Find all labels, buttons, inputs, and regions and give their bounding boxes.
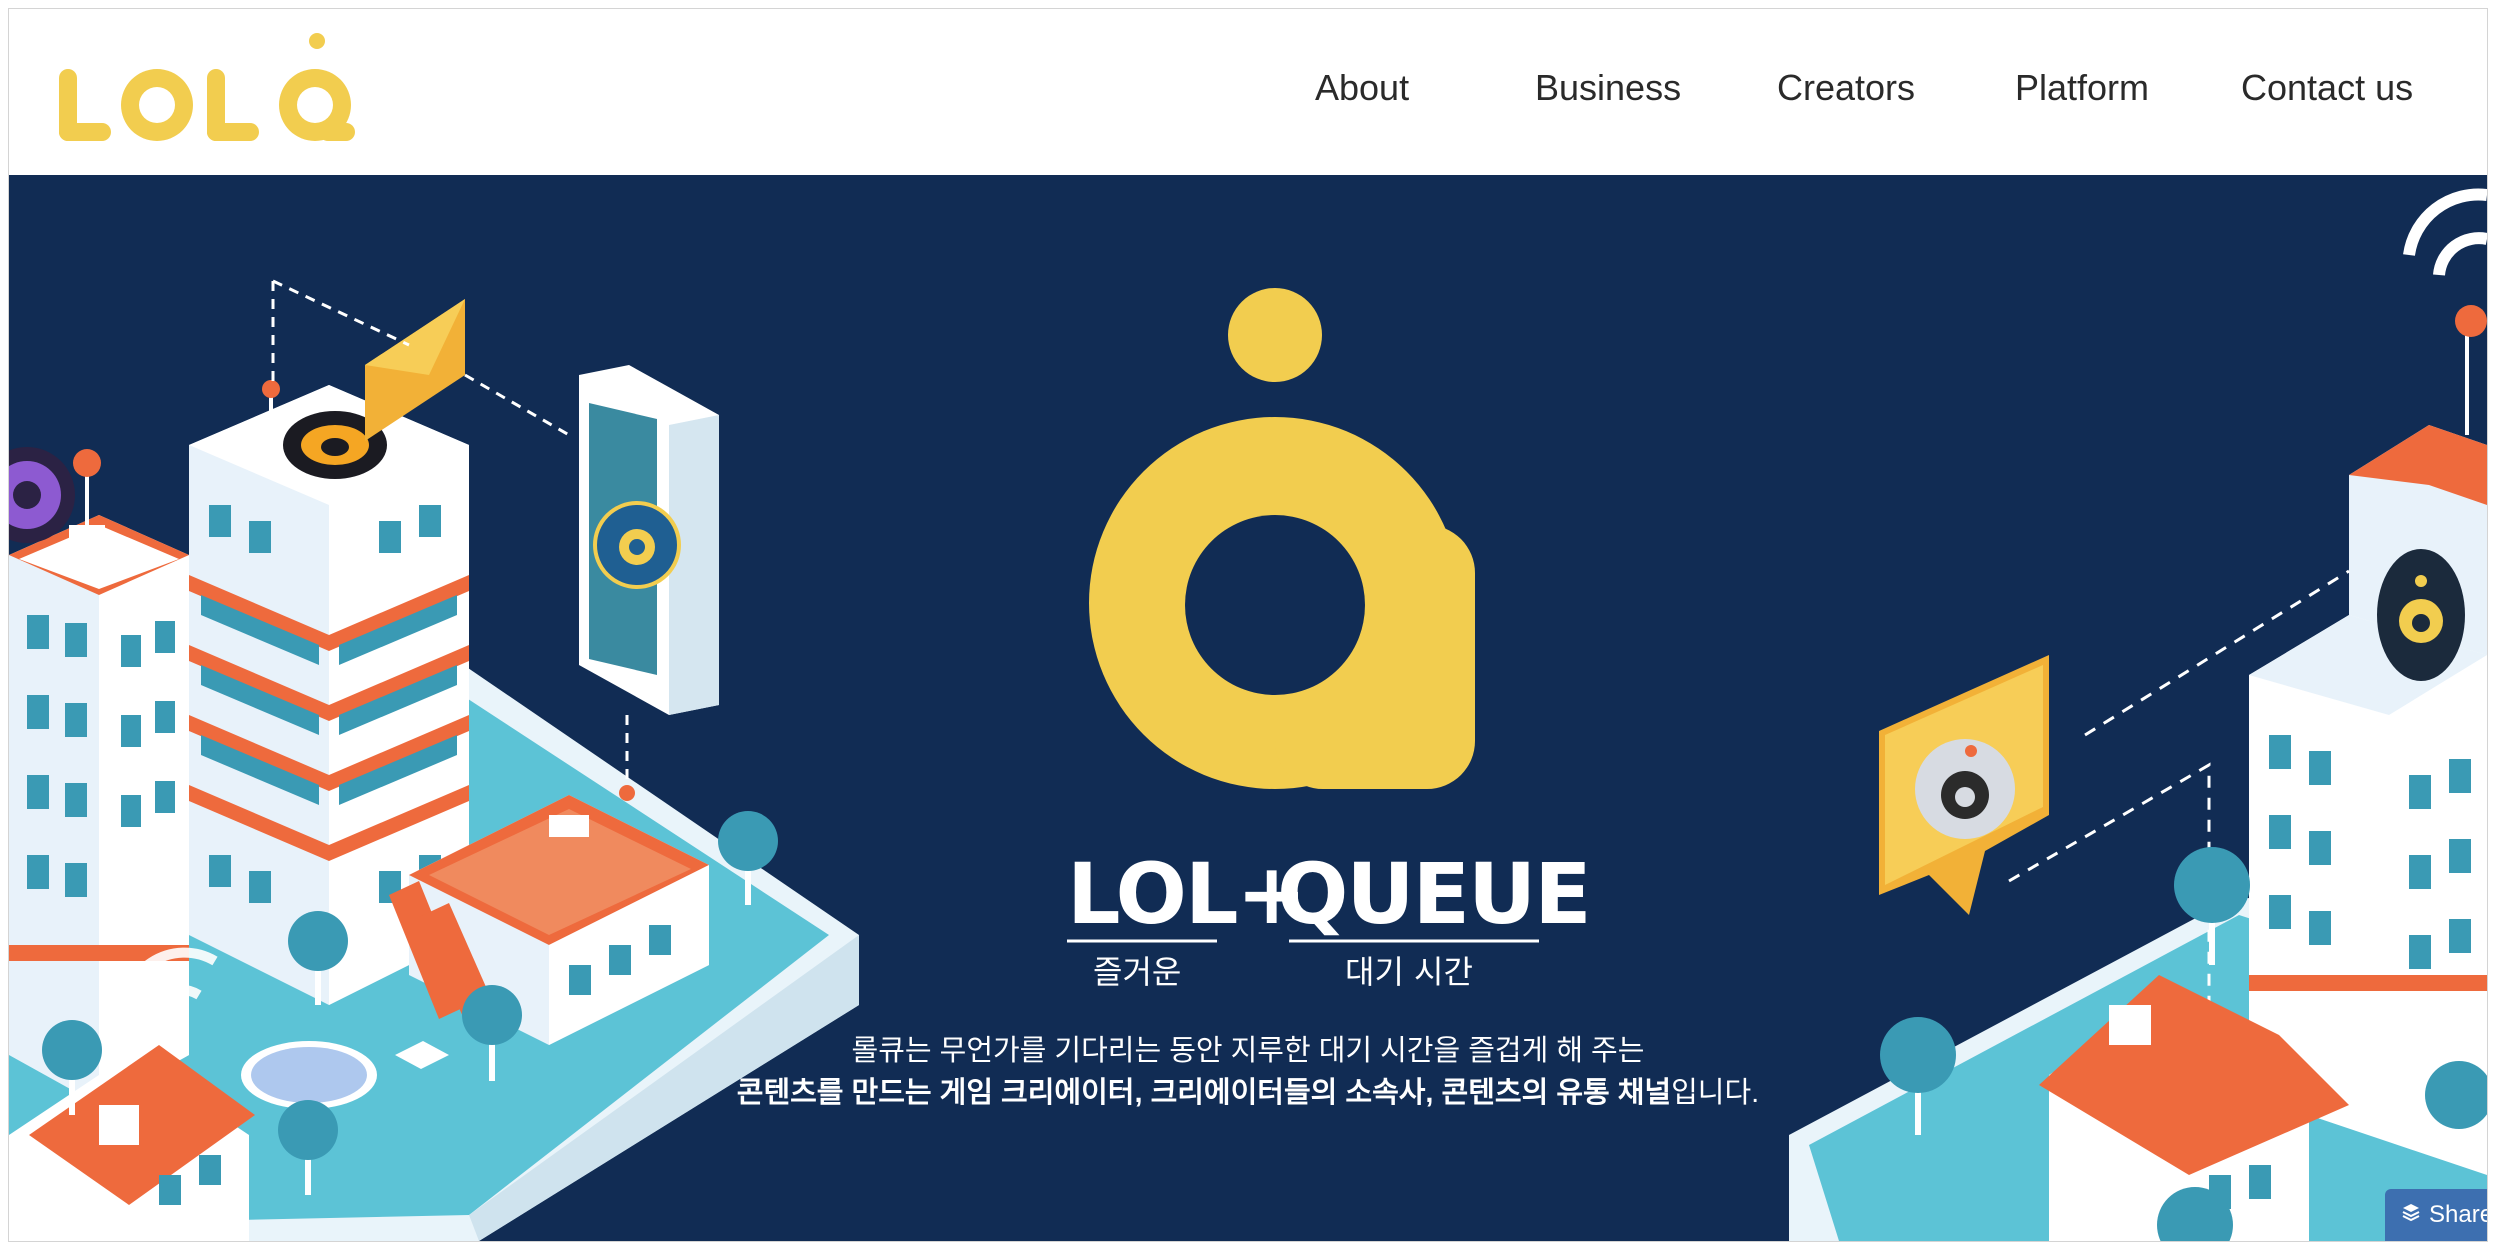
hero-description-line1: 롤큐는 무언가를 기다리는 동안 지루한 대기 시간을 즐겁게 해 주는 xyxy=(851,1035,1645,1067)
hero-description-line2: 콘텐츠를 만드는 게임 크리에이터, 크리에이터들의 소속사, 콘텐츠의 유통 … xyxy=(9,1069,2487,1111)
lolq-logo[interactable] xyxy=(49,23,369,153)
nav-platform[interactable]: Platform xyxy=(2015,67,2149,109)
caption-queue: 대기 시간 xyxy=(1345,953,1473,991)
hero-banner: LOL+ QUEUE 즐거운 대기 시간 롤큐는 무언가를 기다리는 동안 지루… xyxy=(9,175,2487,1241)
page-frame: About Business Creators Platform Contact… xyxy=(8,8,2488,1242)
nav-about[interactable]: About xyxy=(1315,67,1409,109)
site-header: About Business Creators Platform Contact… xyxy=(9,9,2487,175)
layers-icon xyxy=(2401,1201,2421,1229)
hero-description-bold: 콘텐츠를 만드는 게임 크리에이터, 크리에이터들의 소속사, 콘텐츠의 유통 … xyxy=(736,1077,1672,1109)
caption-lol: 즐거운 xyxy=(1093,953,1182,991)
nav-business[interactable]: Business xyxy=(1535,67,1681,109)
share-button[interactable]: Share xyxy=(2385,1189,2488,1241)
share-label: Share xyxy=(2429,1201,2488,1228)
nav-contact-us[interactable]: Contact us xyxy=(2241,67,2413,109)
headline-queue: QUEUE xyxy=(1277,845,1592,943)
nav-creators[interactable]: Creators xyxy=(1777,67,1915,109)
headline-lol-plus: LOL+ xyxy=(1067,845,1307,943)
hero-q-logo xyxy=(1089,288,1475,789)
hero-description-regular: 입니다. xyxy=(1671,1077,1760,1109)
